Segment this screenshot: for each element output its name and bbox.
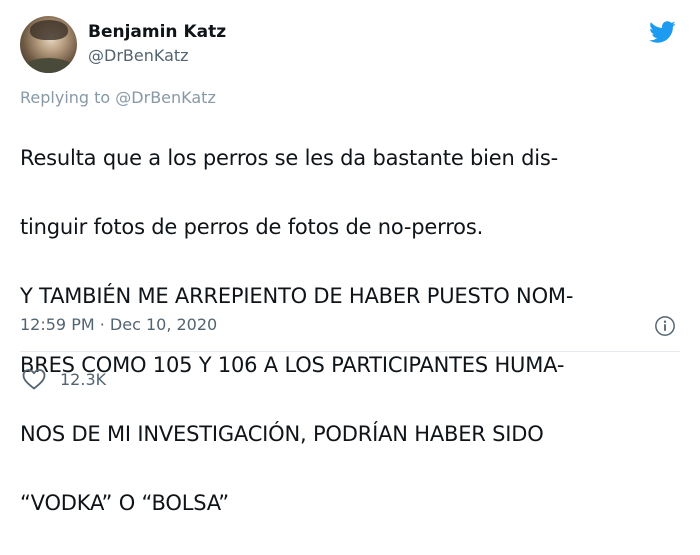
tweet-text-line: Resulta que a los perros se les da basta…	[20, 145, 558, 170]
twitter-bird-icon[interactable]	[646, 18, 678, 46]
avatar[interactable]	[20, 16, 77, 73]
tweet-text-line: Y TAMBIÉN ME ARREPIENTO DE HABER PUESTO …	[20, 283, 574, 308]
avatar-hair	[30, 20, 68, 40]
tweet-timestamp[interactable]: 12:59 PM · Dec 10, 2020	[20, 315, 217, 334]
divider	[20, 351, 680, 352]
avatar-shoulder	[22, 58, 75, 73]
username[interactable]: @DrBenKatz	[88, 46, 189, 65]
heart-icon[interactable]	[22, 368, 46, 390]
tweet-text-line: tinguir fotos de perros de fotos de no-p…	[20, 214, 484, 239]
tweet-text-line: “VODKA” O “BOLSA”	[20, 490, 229, 515]
tweet-text-line: BRES COMO 105 Y 106 A LOS PARTICIPANTES …	[20, 352, 565, 377]
like-button[interactable]: 12.3K	[22, 368, 106, 390]
like-count: 12.3K	[60, 369, 107, 389]
display-name[interactable]: Benjamin Katz	[88, 22, 226, 42]
replying-to-label[interactable]: Replying to @DrBenKatz	[20, 88, 216, 107]
info-icon[interactable]	[654, 315, 676, 337]
tweet-text-line: NOS DE MI INVESTIGACIÓN, PODRÍAN HABER S…	[20, 421, 544, 446]
